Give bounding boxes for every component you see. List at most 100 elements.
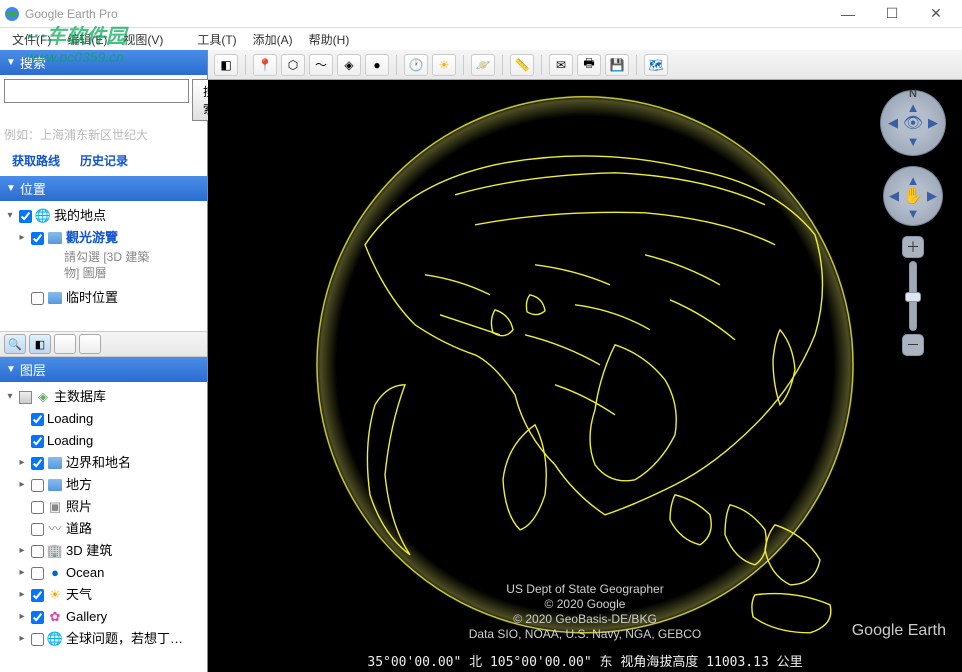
expand-icon[interactable]: ▸ <box>16 453 28 473</box>
tree-borders[interactable]: ▸ 边界和地名 <box>4 452 203 474</box>
close-button[interactable]: ✕ <box>914 0 958 28</box>
minimize-button[interactable]: — <box>826 0 870 28</box>
search-hint: 例如：上海浦东新区世纪大 <box>4 124 203 149</box>
search-input[interactable] <box>4 79 189 103</box>
ruler-button[interactable]: 📏 <box>510 54 534 76</box>
collapse-icon: ▼ <box>6 57 16 68</box>
tree-roads[interactable]: 〰 道路 <box>4 518 203 540</box>
tool-button[interactable] <box>54 334 76 354</box>
menu-help[interactable]: 帮助(H) <box>301 29 358 50</box>
menu-edit[interactable]: 编辑(E) <box>59 29 115 50</box>
menu-tools[interactable]: 工具(T) <box>189 29 244 50</box>
building-icon: 🏢 <box>47 544 63 558</box>
move-down-icon[interactable]: ▼ <box>907 206 920 221</box>
tree-weather[interactable]: ▸ ☀ 天气 <box>4 584 203 606</box>
view-maps-button[interactable]: 🗺 <box>644 54 668 76</box>
database-icon: ◈ <box>35 390 51 404</box>
history-button[interactable]: 🕐 <box>404 54 428 76</box>
tree-my-places[interactable]: ▾ 🌐 我的地点 <box>4 205 203 227</box>
tree-loading[interactable]: Loading <box>4 408 203 430</box>
zoom-in-button[interactable]: ＋ <box>902 236 924 258</box>
expand-icon[interactable]: ▾ <box>4 206 16 226</box>
attribution: US Dept of State Geographer © 2020 Googl… <box>208 582 962 642</box>
road-icon: 〰 <box>47 522 63 536</box>
tree-locality[interactable]: ▸ 地方 <box>4 474 203 496</box>
move-left-icon[interactable]: ◀ <box>889 188 899 204</box>
places-panel-header[interactable]: ▼ 位置 <box>0 176 207 201</box>
north-indicator[interactable]: N <box>909 88 917 100</box>
menu-view[interactable]: 视图(V) <box>115 29 171 50</box>
earth-icon: 🌐 <box>35 209 51 223</box>
checkbox[interactable] <box>31 292 44 305</box>
zoom-thumb[interactable] <box>905 292 921 302</box>
checkbox[interactable] <box>31 457 44 470</box>
expand-icon[interactable]: ▸ <box>16 541 28 561</box>
look-down-icon[interactable]: ▼ <box>907 134 920 149</box>
print-button[interactable]: 🖶 <box>577 54 601 76</box>
menu-add[interactable]: 添加(A) <box>245 29 301 50</box>
path-button[interactable]: 〜 <box>309 54 333 76</box>
move-control[interactable]: ▲ ▼ ◀ ▶ ✋ <box>883 166 943 226</box>
checkbox[interactable] <box>31 589 44 602</box>
tree-hint: 物] 圖層 <box>4 265 203 281</box>
tool-button[interactable] <box>79 334 101 354</box>
checkbox[interactable] <box>31 232 44 245</box>
eye-icon[interactable]: 👁 <box>903 113 923 133</box>
tree-label: Loading <box>47 431 93 451</box>
checkbox[interactable] <box>31 435 44 448</box>
expand-icon[interactable]: ▸ <box>16 607 28 627</box>
move-right-icon[interactable]: ▶ <box>927 188 937 204</box>
email-button[interactable]: ✉ <box>549 54 573 76</box>
toggle-panel-button[interactable]: ◧ <box>29 334 51 354</box>
expand-icon[interactable]: ▸ <box>16 228 28 248</box>
layers-panel-header[interactable]: ▼ 图层 <box>0 357 207 382</box>
expand-icon[interactable]: ▸ <box>16 475 28 495</box>
polygon-button[interactable]: ⬡ <box>281 54 305 76</box>
checkbox[interactable] <box>31 523 44 536</box>
hide-sidebar-button[interactable]: ◧ <box>214 54 238 76</box>
checkbox[interactable] <box>31 413 44 426</box>
checkbox[interactable] <box>31 545 44 558</box>
tree-3d-buildings[interactable]: ▸ 🏢 3D 建筑 <box>4 540 203 562</box>
checkbox[interactable] <box>31 611 44 624</box>
tree-loading[interactable]: Loading <box>4 430 203 452</box>
globe-viewport[interactable]: US Dept of State Geographer © 2020 Googl… <box>208 80 962 672</box>
expand-icon[interactable]: ▸ <box>16 563 28 583</box>
expand-icon[interactable]: ▸ <box>16 585 28 605</box>
expand-icon[interactable]: ▾ <box>4 387 16 407</box>
tree-gallery[interactable]: ▸ ✿ Gallery <box>4 606 203 628</box>
maximize-button[interactable]: ☐ <box>870 0 914 28</box>
checkbox[interactable] <box>31 479 44 492</box>
history-link[interactable]: 历史记录 <box>80 152 128 169</box>
zoom-out-button[interactable]: － <box>902 334 924 356</box>
menu-file[interactable]: 文件(F) <box>4 29 59 50</box>
tree-sightseeing[interactable]: ▸ 觀光游覽 <box>4 227 203 249</box>
search-places-button[interactable]: 🔍 <box>4 334 26 354</box>
tree-photos[interactable]: ▣ 照片 <box>4 496 203 518</box>
image-overlay-button[interactable]: ◈ <box>337 54 361 76</box>
planet-button[interactable]: 🪐 <box>471 54 495 76</box>
tree-hint: 請勾選 [3D 建築 <box>4 249 203 265</box>
tree-label: 边界和地名 <box>66 453 131 473</box>
tree-global[interactable]: ▸ 🌐 全球问题，若想丁… <box>4 628 203 650</box>
expand-icon[interactable]: ▸ <box>16 629 28 649</box>
tree-temp-places[interactable]: 临时位置 <box>4 287 203 309</box>
search-panel-header[interactable]: ▼ 搜索 <box>0 50 207 75</box>
placemark-button[interactable]: 📍 <box>253 54 277 76</box>
checkbox[interactable] <box>19 391 32 404</box>
checkbox[interactable] <box>31 633 44 646</box>
zoom-slider[interactable] <box>909 261 917 331</box>
tree-primary-db[interactable]: ▾ ◈ 主数据库 <box>4 386 203 408</box>
tree-ocean[interactable]: ▸ ● Ocean <box>4 562 203 584</box>
record-tour-button[interactable]: ● <box>365 54 389 76</box>
checkbox[interactable] <box>19 210 32 223</box>
directions-link[interactable]: 获取路线 <box>12 152 60 169</box>
hand-icon[interactable]: ✋ <box>903 186 923 206</box>
checkbox[interactable] <box>31 567 44 580</box>
look-right-icon[interactable]: ▶ <box>928 115 938 131</box>
checkbox[interactable] <box>31 501 44 514</box>
look-control[interactable]: N ▲ ▼ ◀ ▶ 👁 <box>880 90 946 156</box>
sunlight-button[interactable]: ☀ <box>432 54 456 76</box>
look-left-icon[interactable]: ◀ <box>888 115 898 131</box>
save-image-button[interactable]: 💾 <box>605 54 629 76</box>
